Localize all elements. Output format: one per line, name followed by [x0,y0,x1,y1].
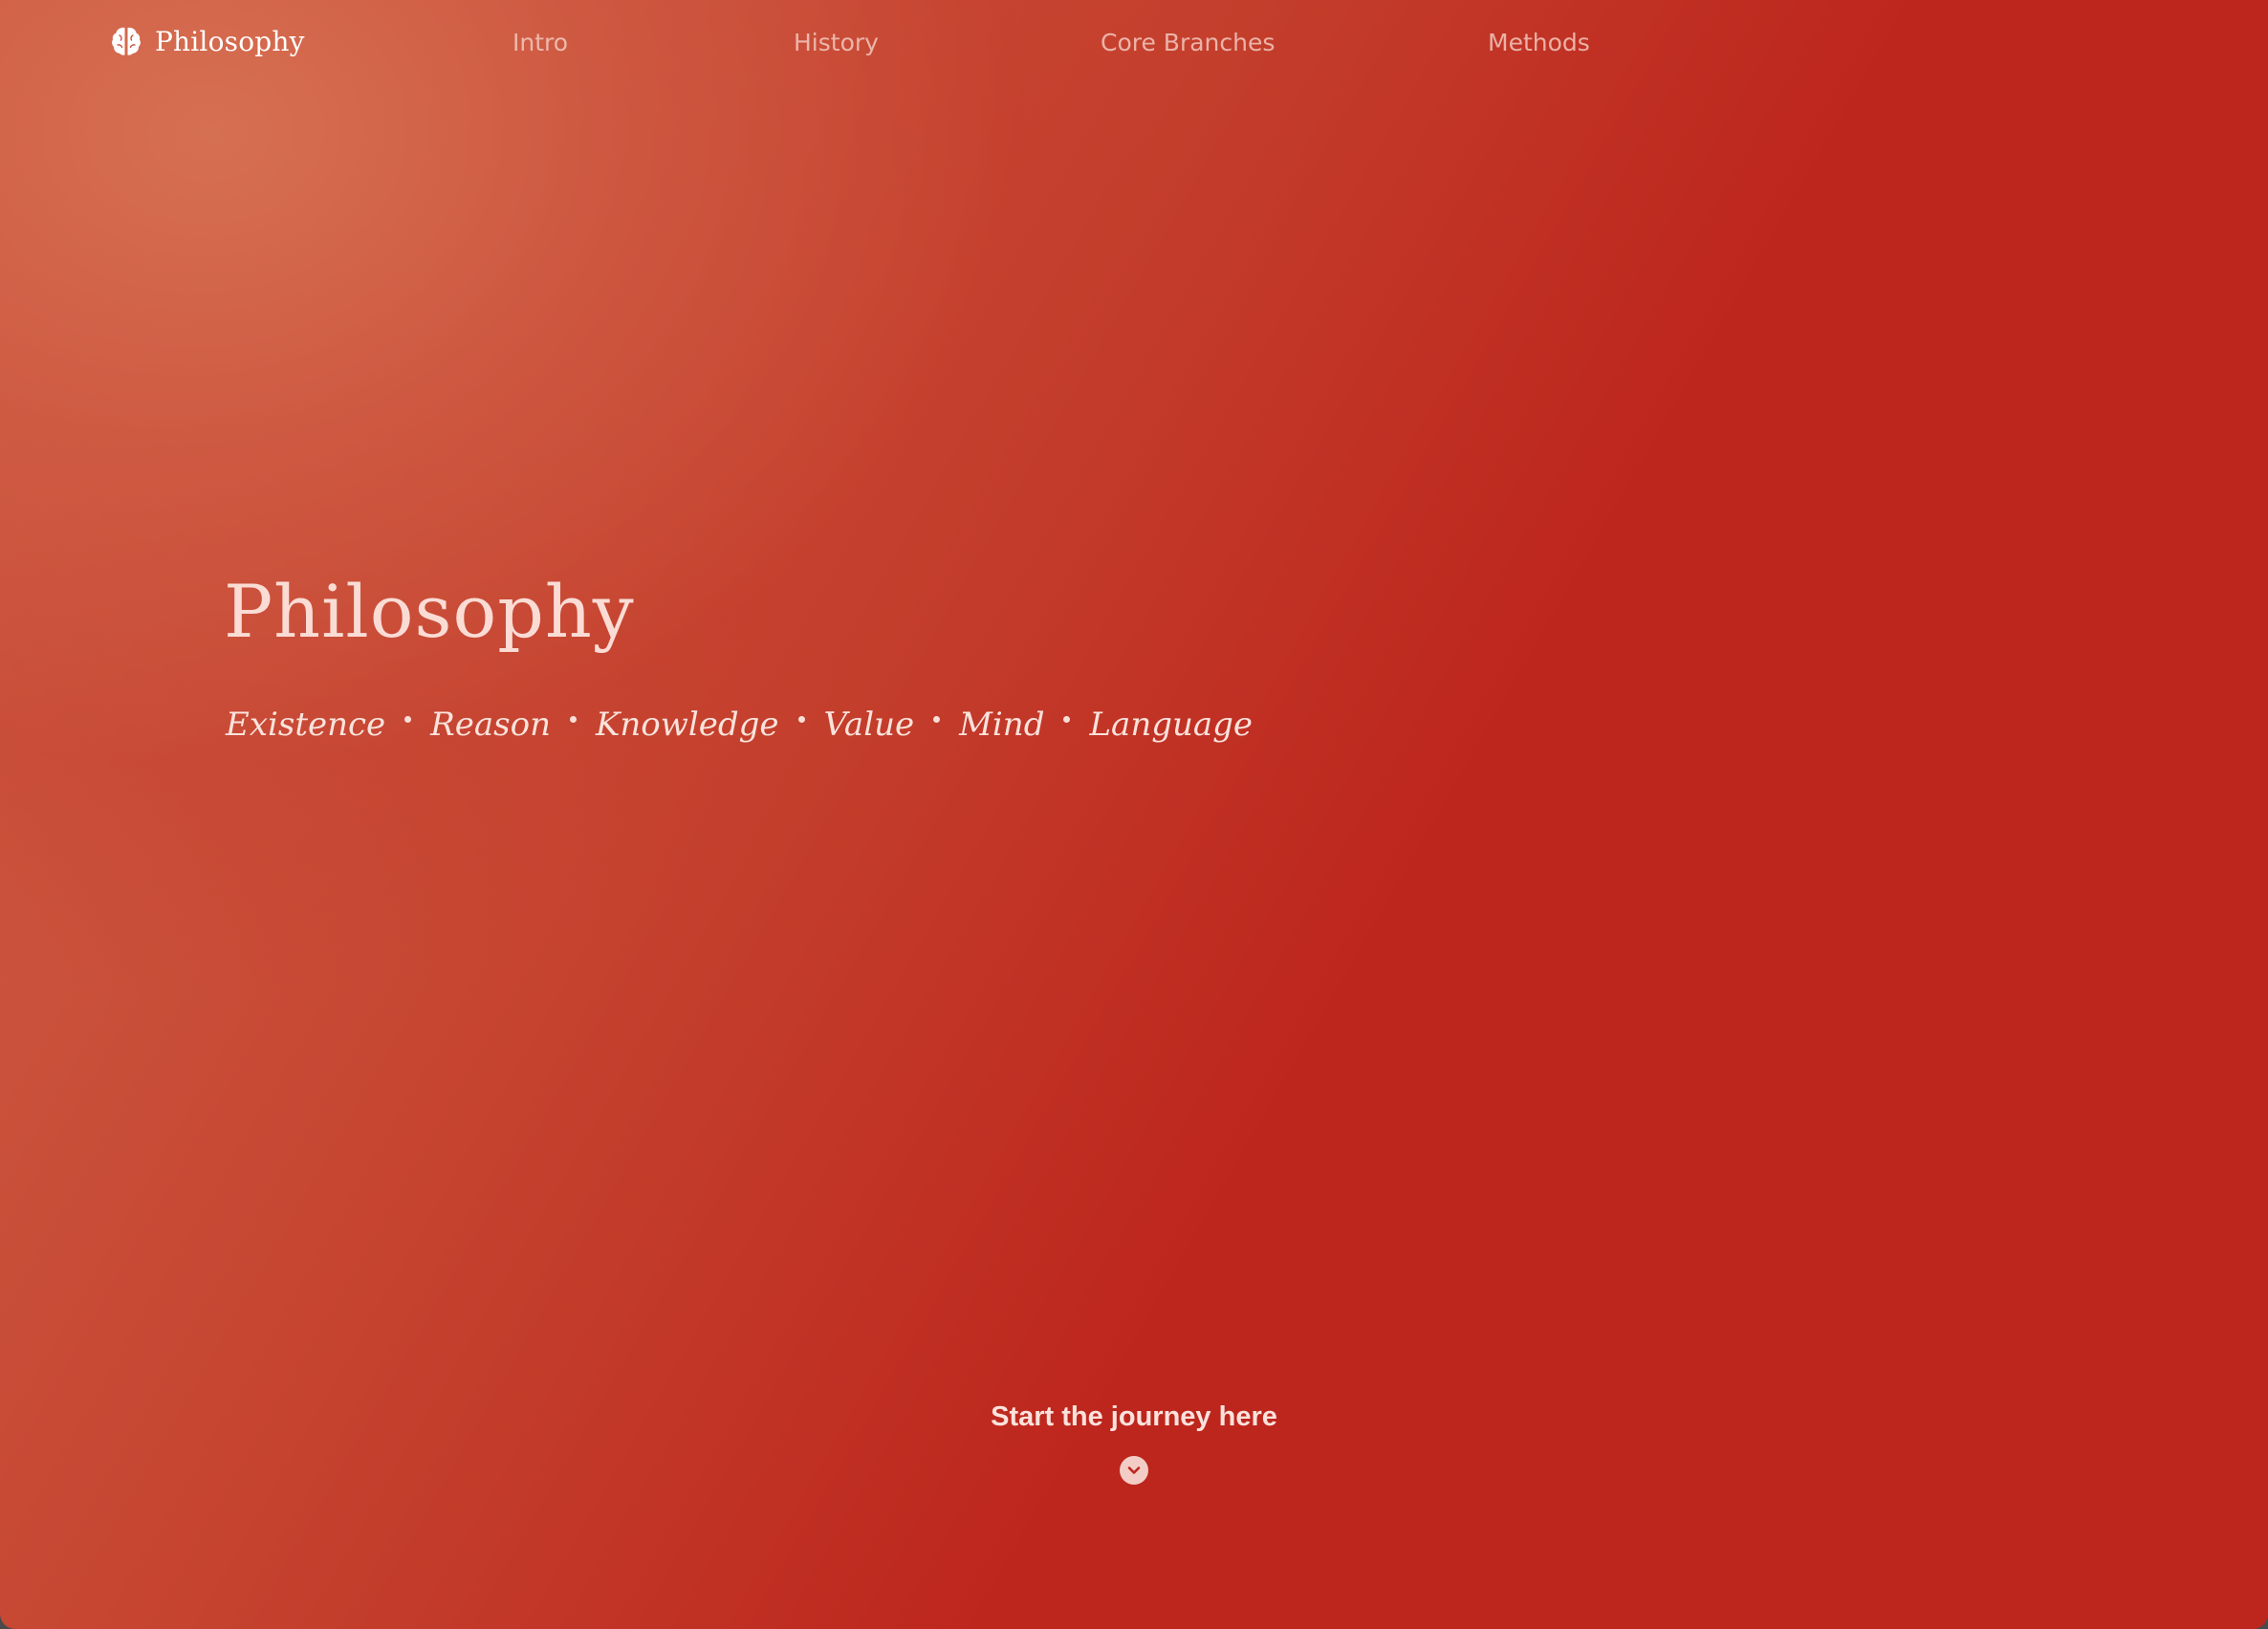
tag-existence: Existence [226,706,386,744]
hero-tagline: Existence Reason Knowledge Value Mind La… [226,706,1253,744]
hero-title: Philosophy [224,569,635,654]
bullet-separator [797,715,805,723]
tag-reason: Reason [430,706,551,744]
nav-link-core-branches[interactable]: Core Branches [1101,29,1275,56]
brain-icon [111,25,142,57]
tag-mind: Mind [959,706,1045,744]
brand-home-link[interactable]: Philosophy [111,25,305,57]
page: Philosophy Intro History Core Branches M… [0,0,2268,1629]
nav-link-history[interactable]: History [794,29,879,56]
nav-link-methods[interactable]: Methods [1488,29,1590,56]
bullet-separator [1063,715,1071,723]
tag-value: Value [823,706,915,744]
tag-language: Language [1089,706,1254,744]
bullet-separator [933,715,941,723]
start-journey-label: Start the journey here [991,1401,1277,1432]
bullet-separator [569,715,577,723]
brand-label: Philosophy [155,25,305,57]
bullet-separator [404,715,412,723]
nav-link-intro[interactable]: Intro [512,29,568,56]
tag-knowledge: Knowledge [595,706,779,744]
top-navigation: Philosophy Intro History Core Branches M… [0,0,2268,92]
start-journey-button[interactable]: Start the journey here [0,1401,2268,1485]
chevron-down-circle-icon[interactable] [1120,1456,1148,1485]
